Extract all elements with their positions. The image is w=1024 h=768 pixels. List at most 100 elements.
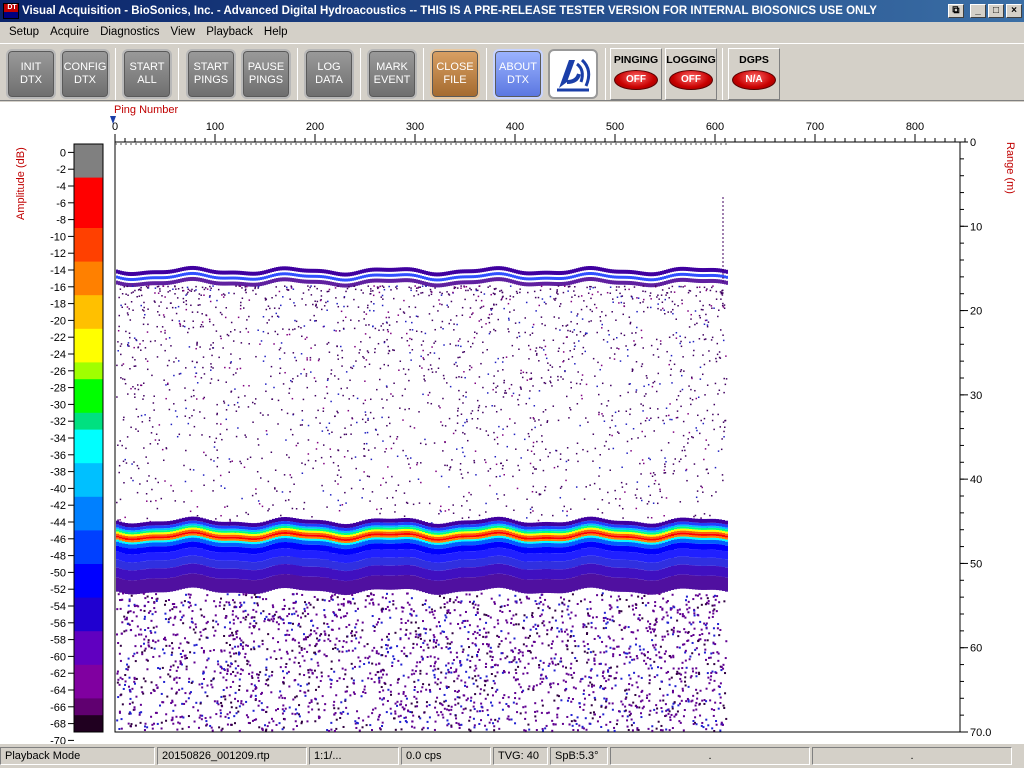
menu-help[interactable]: Help	[259, 26, 294, 38]
bottom-echo-cell	[203, 543, 206, 550]
surface-band-cell	[372, 278, 374, 283]
about-dtx-button[interactable]: ABOUT DTX	[493, 49, 543, 99]
start-pings-button[interactable]: START PINGS	[186, 49, 236, 99]
bottom-echo-cell	[326, 531, 329, 534]
echo-speckle	[305, 375, 308, 377]
echo-speckle	[371, 491, 374, 493]
echo-speckle	[612, 447, 615, 450]
bottom-echo-cell	[335, 579, 338, 594]
restore-icon[interactable]: ⧉	[948, 4, 964, 18]
echo-speckle	[446, 304, 448, 307]
echo-speckle	[562, 360, 564, 363]
echo-speckle	[440, 294, 443, 296]
echo-speckle	[356, 421, 358, 424]
echo-speckle	[702, 304, 704, 307]
echo-speckle	[468, 368, 471, 371]
start-all-button[interactable]: START ALL	[122, 49, 172, 99]
log-data-button[interactable]: LOG DATA	[304, 49, 354, 99]
bottom-echo-cell	[371, 533, 374, 536]
bottom-echo-cell	[269, 550, 272, 559]
bottom-echo-cell	[185, 524, 188, 527]
menu-acquire[interactable]: Acquire	[45, 26, 95, 38]
echo-speckle	[422, 357, 424, 359]
bottom-echo-cell	[254, 562, 257, 571]
echo-speckle	[516, 336, 518, 339]
bottom-echo-cell	[392, 533, 395, 536]
echo-speckle	[248, 343, 250, 345]
echo-speckle	[466, 439, 469, 442]
echo-speckle	[378, 291, 381, 294]
logging-label: LOGGING	[666, 54, 716, 66]
echo-speckle	[234, 388, 236, 390]
pause-pings-button[interactable]: PAUSE PINGS	[241, 49, 291, 99]
echo-speckle	[216, 299, 218, 302]
bottom-echo-cell	[407, 527, 410, 530]
bottom-echo-cell	[194, 531, 197, 534]
bottom-echo-cell	[206, 528, 209, 531]
biosonics-logo-icon[interactable]	[548, 49, 598, 99]
surface-band-cell	[724, 269, 726, 274]
echo-speckle	[680, 369, 683, 371]
surface-band-cell	[370, 273, 372, 277]
bottom-echo-cell	[308, 540, 311, 545]
echo-speckle	[551, 385, 553, 387]
bottom-echo-cell	[221, 552, 224, 561]
surface-band-cell	[136, 271, 138, 276]
minimize-button[interactable]: _	[970, 4, 986, 18]
bottom-echo-cell	[194, 527, 197, 530]
surface-band-cell	[546, 276, 548, 280]
echo-speckle	[129, 368, 131, 370]
echo-speckle	[381, 398, 383, 400]
bottom-echo-cell	[278, 564, 281, 575]
bottom-echo-cell	[281, 564, 284, 575]
color-scale-swatch	[74, 446, 103, 464]
title-bar[interactable]: DT Visual Acquisition - BioSonics, Inc. …	[0, 0, 1024, 22]
echo-speckle	[601, 413, 603, 415]
bottom-echo-cell	[341, 544, 344, 549]
echo-speckle	[691, 436, 693, 438]
surface-band-cell	[676, 278, 678, 283]
menu-diagnostics[interactable]: Diagnostics	[95, 26, 165, 38]
echo-speckle	[349, 379, 351, 382]
echo-speckle	[340, 345, 342, 348]
init-dtx-button[interactable]: INIT DTX	[6, 49, 56, 99]
echo-speckle	[648, 500, 650, 503]
menu-playback[interactable]: Playback	[201, 26, 259, 38]
echo-speckle	[408, 463, 410, 465]
bottom-echo-cell	[332, 547, 335, 554]
close-file-button[interactable]: CLOSE FILE	[430, 49, 480, 99]
surface-band-cell	[614, 280, 616, 285]
bottom-echo-cell	[377, 533, 380, 536]
bottom-echo-cell	[179, 531, 182, 534]
bottom-echo-cell	[203, 522, 206, 526]
bottom-echo-cell	[320, 537, 323, 540]
echo-speckle	[388, 350, 391, 352]
bottom-echo-cell	[320, 545, 323, 552]
bottom-echo-cell	[179, 525, 182, 528]
echo-speckle	[442, 374, 445, 377]
bottom-echo-cell	[377, 537, 380, 540]
echogram-svg[interactable]: Ping Number 0 100 200 300 400 500 600 700 800 Am…	[0, 102, 1024, 747]
mark-event-button[interactable]: MARK EVENT	[367, 49, 417, 99]
maximize-button[interactable]: □	[988, 4, 1004, 18]
bottom-echo-cell	[131, 542, 134, 545]
surface-band-cell	[456, 280, 458, 285]
bottom-echo-cell	[149, 568, 152, 579]
bottom-echo-cell	[287, 526, 290, 529]
bottom-echo-cell	[311, 519, 314, 524]
bottom-echo-cell	[374, 531, 377, 534]
app-logo-icon[interactable]: DT	[3, 3, 19, 19]
echo-speckle	[665, 407, 668, 409]
bottom-echo-cell	[395, 537, 398, 540]
config-dtx-button[interactable]: CONFIG DTX	[60, 49, 110, 99]
close-button[interactable]: ×	[1006, 4, 1022, 18]
menu-view[interactable]: View	[166, 26, 202, 38]
bottom-echo-cell	[227, 540, 230, 543]
amplitude-tick-label: -52	[50, 584, 66, 596]
menu-setup[interactable]: Setup	[4, 26, 45, 38]
bottom-echo-cell	[305, 528, 308, 531]
echo-speckle	[659, 383, 661, 385]
bottom-echo-cell	[266, 537, 269, 540]
echo-speckle	[585, 417, 587, 419]
bottom-echo-cell	[272, 527, 275, 530]
